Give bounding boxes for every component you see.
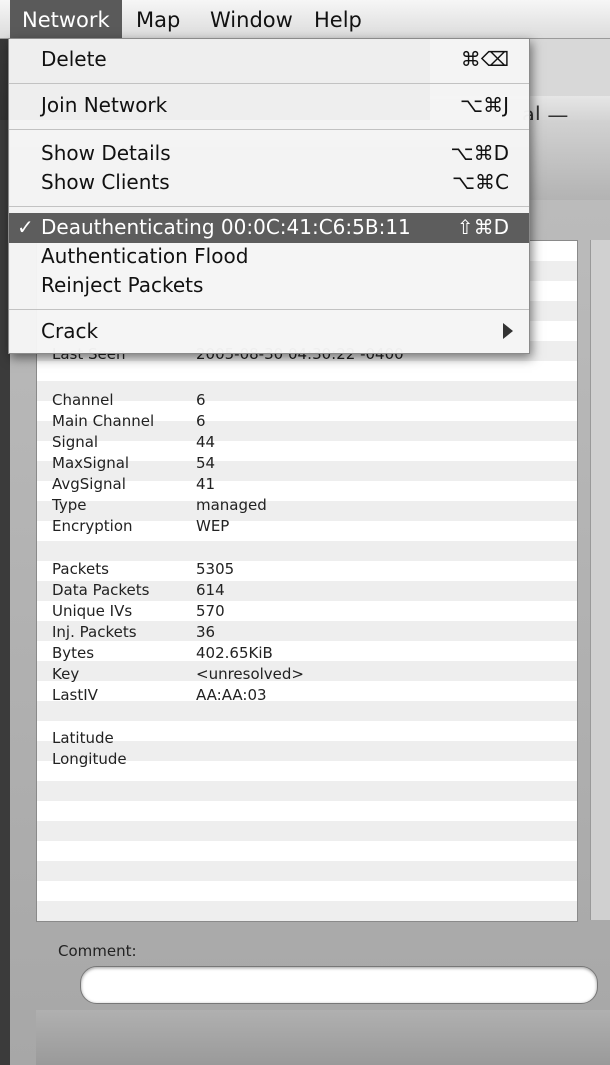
- detail-key: Data Packets: [52, 581, 150, 599]
- menu-separator: [9, 83, 529, 84]
- menu-item-authentication-flood[interactable]: Authentication Flood: [9, 242, 529, 272]
- detail-key: Key: [52, 665, 80, 683]
- menu-item-label: Show Details: [41, 141, 171, 165]
- menu-item-join-network[interactable]: Join Network ⌥⌘J: [9, 91, 529, 121]
- shortcut-label: ⌥⌘D: [450, 141, 509, 165]
- network-menu: Delete ⌘⌫ Join Network ⌥⌘J Show Details …: [8, 38, 530, 354]
- detail-key: Type: [52, 496, 87, 514]
- menu-item-reinject-packets[interactable]: Reinject Packets: [9, 271, 529, 301]
- menu-window[interactable]: Window: [210, 0, 293, 38]
- shortcut-label: ⌥⌘J: [460, 93, 509, 117]
- detail-key: Inj. Packets: [52, 623, 137, 641]
- menu-item-deauthenticating[interactable]: ✓ Deauthenticating 00:0C:41:C6:5B:11 ⇧⌘D: [9, 213, 529, 243]
- detail-value: AA:AA:03: [196, 686, 267, 704]
- detail-value: 54: [196, 454, 216, 472]
- menu-map[interactable]: Map: [136, 0, 180, 38]
- detail-key: Bytes: [52, 644, 95, 662]
- menu-separator: [9, 129, 529, 130]
- menu-item-label: Join Network: [41, 93, 168, 117]
- detail-value: 614: [196, 581, 225, 599]
- menu-item-delete[interactable]: Delete ⌘⌫: [9, 45, 529, 75]
- checkmark-icon: ✓: [17, 215, 34, 239]
- shortcut-label: ⇧⌘D: [456, 215, 509, 239]
- detail-value: 402.65KiB: [196, 644, 273, 662]
- menu-item-label: Delete: [41, 47, 107, 71]
- menu-item-label: Show Clients: [41, 170, 170, 194]
- scrollbar[interactable]: [590, 240, 610, 920]
- detail-key: Longitude: [52, 750, 127, 768]
- menu-help[interactable]: Help: [314, 0, 362, 38]
- detail-key: Packets: [52, 560, 109, 578]
- detail-key: Main Channel: [52, 412, 155, 430]
- detail-value: <unresolved>: [196, 665, 305, 683]
- detail-value: managed: [196, 496, 267, 514]
- detail-value: WEP: [196, 517, 230, 535]
- detail-value: 41: [196, 475, 216, 493]
- detail-value: 44: [196, 433, 216, 451]
- detail-key: AvgSignal: [52, 475, 126, 493]
- submenu-arrow-icon: [503, 323, 513, 339]
- comment-label: Comment:: [58, 942, 137, 960]
- detail-value: 570: [196, 602, 225, 620]
- detail-value: 36: [196, 623, 216, 641]
- detail-key: LastIV: [52, 686, 98, 704]
- detail-key: Channel: [52, 391, 114, 409]
- detail-value: 5305: [196, 560, 235, 578]
- detail-value: 6: [196, 391, 206, 409]
- shortcut-label: ⌘⌫: [460, 47, 509, 71]
- menu-item-crack[interactable]: Crack: [9, 317, 529, 347]
- menu-item-show-details[interactable]: Show Details ⌥⌘D: [9, 139, 529, 169]
- menu-item-show-clients[interactable]: Show Clients ⌥⌘C: [9, 168, 529, 198]
- comment-field[interactable]: [80, 966, 598, 1004]
- menu-bar: Network Map Window Help: [0, 0, 610, 39]
- shortcut-label: ⌥⌘C: [451, 170, 509, 194]
- window-bottom-bar: [36, 1010, 610, 1065]
- detail-key: MaxSignal: [52, 454, 130, 472]
- menu-item-label: Deauthenticating 00:0C:41:C6:5B:11: [41, 215, 411, 239]
- detail-value: 6: [196, 412, 206, 430]
- detail-key: Encryption: [52, 517, 133, 535]
- detail-key: Signal: [52, 433, 99, 451]
- detail-key: Unique IVs: [52, 602, 133, 620]
- menu-item-label: Crack: [41, 319, 99, 343]
- menu-separator: [9, 206, 529, 207]
- menu-item-label: Authentication Flood: [41, 244, 249, 268]
- menu-network[interactable]: Network: [10, 0, 122, 38]
- detail-key: Latitude: [52, 729, 114, 747]
- menu-item-label: Reinject Packets: [41, 273, 204, 297]
- menu-separator: [9, 309, 529, 310]
